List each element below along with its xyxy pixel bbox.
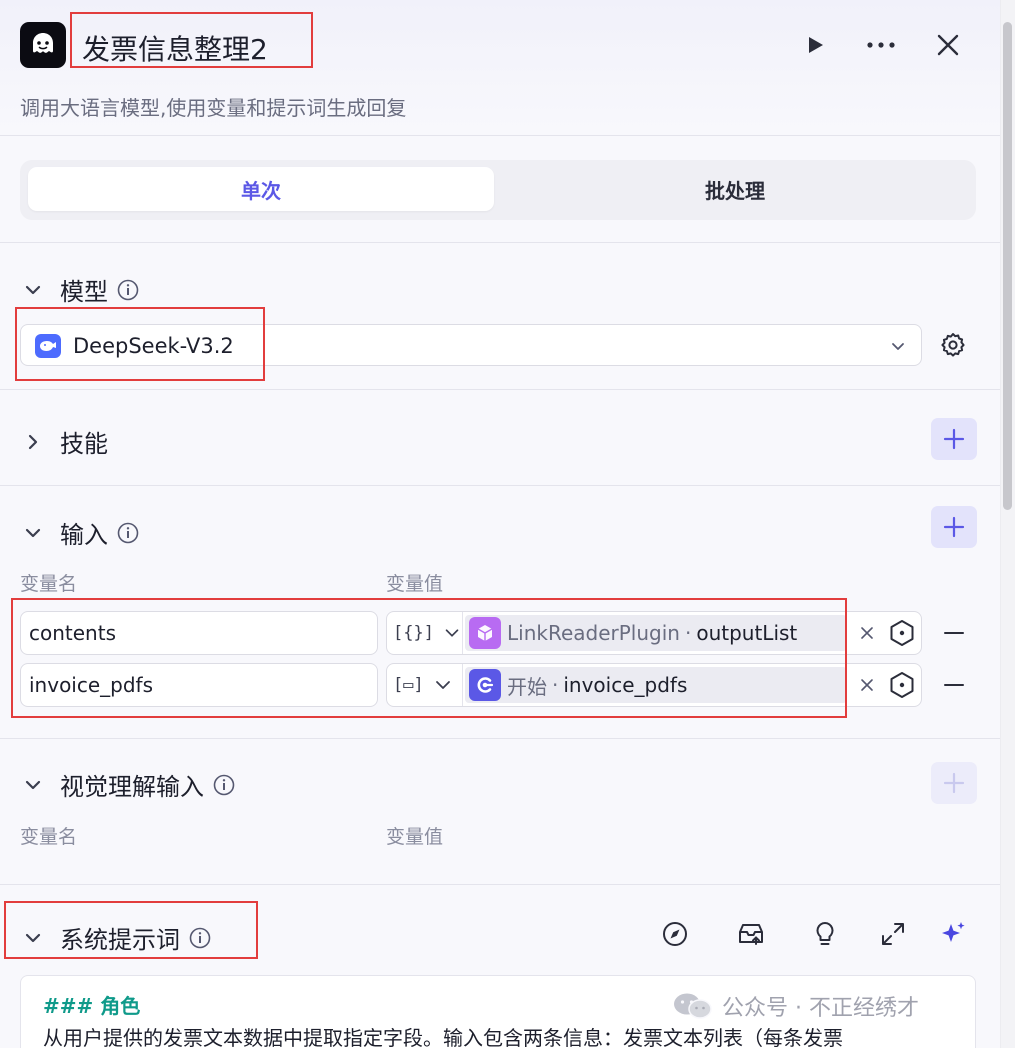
scrollbar-thumb[interactable] bbox=[1003, 22, 1012, 510]
variable-value-field[interactable]: [▭] 开始 · invoice_pdfs bbox=[386, 663, 922, 707]
type-select[interactable]: [▭] bbox=[387, 664, 463, 706]
variable-reference-chip[interactable]: 开始 · invoice_pdfs bbox=[465, 667, 847, 703]
more-dots-icon bbox=[867, 42, 895, 48]
model-name: DeepSeek-V3.2 bbox=[73, 334, 234, 358]
tab-batch[interactable]: 批处理 bbox=[502, 167, 968, 211]
chevron-down-icon bbox=[435, 681, 450, 689]
panel-header: 发票信息整理2 调用大语言模型,使用变量和提示词生成回复 bbox=[0, 0, 1000, 136]
add-skill-button[interactable] bbox=[931, 418, 977, 460]
node-config-panel: 发票信息整理2 调用大语言模型,使用变量和提示词生成回复 单次 批处理 模型 D… bbox=[0, 0, 1000, 1048]
reference-source: LinkReaderPlugin bbox=[507, 621, 680, 645]
close-button[interactable] bbox=[931, 28, 965, 62]
info-icon[interactable] bbox=[116, 521, 140, 545]
compass-icon[interactable] bbox=[659, 918, 691, 950]
divider bbox=[0, 485, 1000, 486]
lightbulb-icon[interactable] bbox=[809, 918, 841, 950]
variable-name-input[interactable]: contents bbox=[20, 611, 378, 655]
info-icon[interactable] bbox=[212, 773, 236, 797]
watermark-text: 公众号 · 不正经绣才 bbox=[722, 996, 919, 1021]
column-label-name: 变量名 bbox=[20, 573, 78, 595]
prompt-library-icon[interactable] bbox=[735, 918, 767, 950]
variable-select-icon[interactable] bbox=[887, 618, 917, 648]
vision-section-header[interactable]: 视觉理解输入 bbox=[20, 767, 236, 802]
chevron-down-icon[interactable] bbox=[20, 277, 46, 303]
start-node-icon bbox=[469, 669, 501, 701]
info-icon[interactable] bbox=[116, 278, 140, 302]
clear-icon[interactable] bbox=[857, 675, 877, 695]
expand-icon[interactable] bbox=[877, 918, 909, 950]
chevron-down-icon bbox=[445, 629, 459, 637]
plus-icon bbox=[943, 428, 965, 450]
reference-separator: · bbox=[684, 621, 692, 645]
variable-name-input[interactable]: invoice_pdfs bbox=[20, 663, 378, 707]
remove-row-icon[interactable] bbox=[940, 619, 968, 647]
plus-icon bbox=[943, 516, 965, 538]
model-section-header[interactable]: 模型 bbox=[20, 272, 140, 307]
wechat-logo-icon bbox=[674, 993, 712, 1019]
model-section-title: 模型 bbox=[60, 278, 108, 306]
system-prompt-title: 系统提示词 bbox=[60, 926, 180, 954]
clear-icon[interactable] bbox=[857, 623, 877, 643]
chevron-down-icon[interactable] bbox=[20, 520, 46, 546]
model-settings-button[interactable] bbox=[936, 328, 970, 362]
vision-section-title: 视觉理解输入 bbox=[60, 773, 204, 801]
skills-section-title: 技能 bbox=[60, 430, 108, 458]
chevron-down-icon[interactable] bbox=[887, 335, 909, 357]
array-file-type-icon: [▭] bbox=[393, 675, 424, 695]
variable-value-field[interactable]: [{}] LinkReaderPlugin · outputList bbox=[386, 611, 922, 655]
divider bbox=[0, 242, 1000, 243]
divider bbox=[0, 389, 1000, 390]
plugin-cube-icon bbox=[469, 617, 501, 649]
reference-separator: · bbox=[552, 673, 559, 697]
reference-source: 开始 bbox=[507, 674, 547, 699]
deepseek-logo-icon bbox=[35, 334, 61, 358]
divider bbox=[0, 738, 1000, 739]
array-object-type-icon: [{}] bbox=[393, 623, 434, 643]
type-select[interactable]: [{}] bbox=[387, 612, 463, 654]
column-label-value: 变量值 bbox=[386, 826, 444, 848]
gear-icon bbox=[941, 333, 965, 357]
info-icon[interactable] bbox=[188, 926, 212, 950]
chevron-down-icon[interactable] bbox=[20, 925, 46, 951]
column-label-value: 变量值 bbox=[386, 573, 444, 595]
skills-section-header[interactable]: 技能 bbox=[20, 424, 108, 459]
chevron-down-icon[interactable] bbox=[20, 772, 46, 798]
reference-field: outputList bbox=[696, 621, 798, 645]
divider bbox=[0, 884, 1000, 885]
prompt-heading: ### 角色 bbox=[43, 994, 141, 1018]
add-vision-input-button[interactable] bbox=[931, 762, 977, 804]
chevron-right-icon[interactable] bbox=[20, 429, 46, 455]
run-button[interactable] bbox=[798, 28, 832, 62]
column-label-name: 变量名 bbox=[20, 826, 78, 848]
node-icon bbox=[20, 22, 66, 68]
mode-tabs: 单次 批处理 bbox=[20, 160, 976, 220]
close-icon bbox=[937, 34, 959, 56]
remove-row-icon[interactable] bbox=[940, 671, 968, 699]
add-input-button[interactable] bbox=[931, 506, 977, 548]
variable-select-icon[interactable] bbox=[887, 670, 917, 700]
model-select[interactable]: DeepSeek-V3.2 bbox=[20, 324, 922, 366]
prompt-text: 从用户提供的发票文本数据中提取指定字段。输入包含两条信息：发票文本列表（每条发票 bbox=[43, 1026, 843, 1048]
ai-sparkle-icon[interactable] bbox=[937, 918, 969, 950]
more-button[interactable] bbox=[864, 28, 898, 62]
node-title[interactable]: 发票信息整理2 bbox=[82, 28, 268, 68]
input-section-title: 输入 bbox=[60, 521, 108, 549]
ghost-icon bbox=[33, 33, 53, 53]
variable-reference-chip[interactable]: LinkReaderPlugin · outputList bbox=[465, 615, 847, 651]
tab-single[interactable]: 单次 bbox=[28, 167, 494, 211]
reference-field: invoice_pdfs bbox=[563, 673, 688, 697]
plus-icon bbox=[943, 772, 965, 794]
input-section-header[interactable]: 输入 bbox=[20, 515, 140, 550]
system-prompt-section-header[interactable]: 系统提示词 bbox=[20, 920, 212, 955]
node-description: 调用大语言模型,使用变量和提示词生成回复 bbox=[20, 96, 407, 120]
play-icon bbox=[809, 37, 823, 53]
watermark: 公众号 · 不正经绣才 bbox=[672, 990, 919, 1022]
